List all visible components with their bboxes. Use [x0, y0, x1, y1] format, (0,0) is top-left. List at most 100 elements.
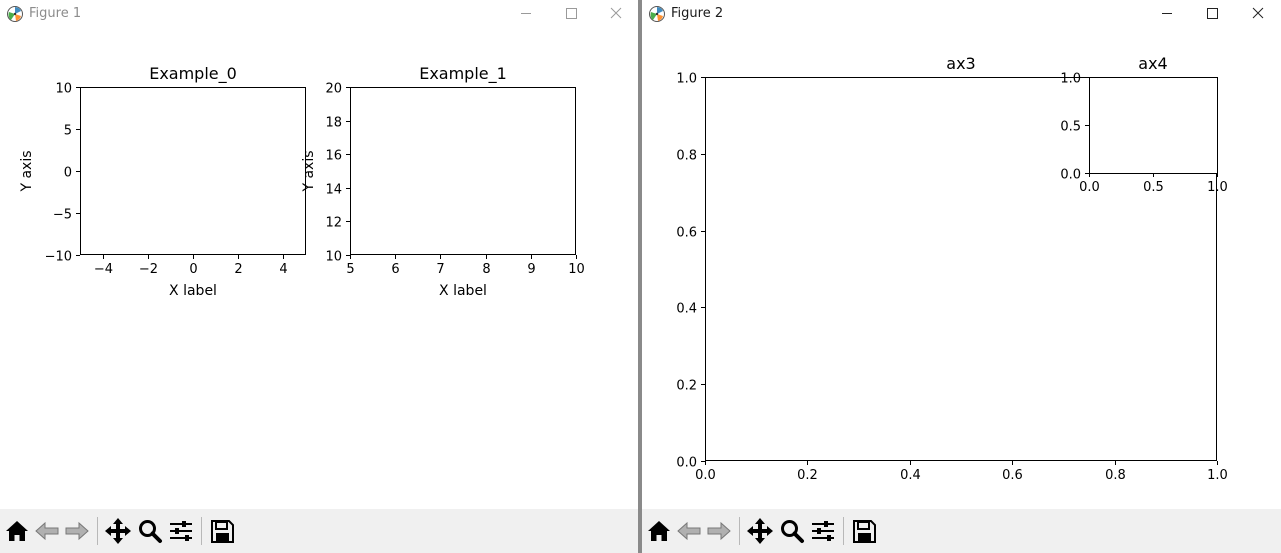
pan-button[interactable] [745, 516, 775, 546]
window-title: Figure 1 [29, 6, 82, 21]
window-title: Figure 2 [671, 6, 724, 21]
y-tick-label: 0.0 [1060, 168, 1081, 183]
back-arrow-icon [677, 521, 701, 541]
back-arrow-icon [35, 521, 59, 541]
home-icon [6, 521, 28, 541]
y-tick-label: 1.0 [676, 72, 697, 87]
pan-button[interactable] [103, 516, 133, 546]
x-tick-label: 0.5 [1143, 180, 1164, 195]
plot-area [80, 87, 306, 255]
toolbar-separator [739, 517, 740, 545]
forward-arrow-icon [707, 521, 731, 541]
x-tick-label: 10 [568, 262, 585, 277]
close-button[interactable] [593, 0, 638, 28]
x-tick-label: 0.2 [797, 468, 818, 483]
toolbar-separator [843, 517, 844, 545]
y-axis-label: Y axis [19, 150, 35, 192]
pan-icon [105, 518, 131, 544]
x-tick-label: −4 [94, 262, 113, 277]
toolbar-separator [97, 517, 98, 545]
x-tick-label: −2 [139, 262, 158, 277]
save-icon [211, 520, 234, 543]
x-tick-label: 1.0 [1207, 468, 1228, 483]
close-icon [610, 7, 622, 19]
maximize-button[interactable] [548, 0, 594, 28]
x-axis-label: X label [169, 283, 217, 299]
zoom-icon [781, 520, 804, 543]
figure-canvas: ax3 0.0 0.2 0.4 0.6 0.8 1.0 0.0 0.2 0.4 0.6 0.8 1.0… [676, 54, 1228, 483]
home-icon [648, 521, 670, 541]
y-tick-label: 10 [325, 250, 342, 265]
configure-subplots-button[interactable] [808, 516, 838, 546]
y-tick-label: −10 [45, 250, 72, 265]
back-button[interactable] [32, 516, 62, 546]
y-tick-label: 5 [64, 124, 72, 139]
minimize-button[interactable] [503, 0, 549, 28]
title-bar[interactable]: Figure 2 [642, 0, 1281, 28]
axes-title: Example_0 [149, 64, 237, 84]
y-tick-label: 0.0 [676, 456, 697, 471]
x-tick-label: 4 [279, 262, 287, 277]
x-tick-label: 9 [527, 262, 535, 277]
pan-icon [747, 518, 773, 544]
save-button[interactable] [207, 516, 237, 546]
forward-button[interactable] [704, 516, 734, 546]
x-tick-label: 0.6 [1002, 468, 1023, 483]
x-tick-label: 7 [436, 262, 444, 277]
configure-subplots-icon [170, 521, 192, 541]
zoom-icon [139, 520, 162, 543]
y-tick-label: 0.8 [676, 149, 697, 164]
y-tick-label: 12 [325, 216, 342, 231]
save-icon [853, 520, 876, 543]
x-tick-label: 2 [234, 262, 242, 277]
home-button[interactable] [2, 516, 32, 546]
close-button[interactable] [1235, 0, 1281, 28]
forward-button[interactable] [62, 516, 92, 546]
axes-example-0[interactable]: Example_0 X label Y axis −4 −2 0 2 4 −10 −5 0 5 1… [19, 64, 306, 299]
x-axis-label: X label [439, 283, 487, 299]
y-tick-label: 1.0 [1060, 72, 1081, 87]
figure-canvas: Example_0 X label Y axis −4 −2 0 2 4−10−5051… [19, 64, 585, 299]
minimize-icon [1162, 13, 1172, 14]
x-tick-label: 0.0 [1079, 180, 1100, 195]
minimize-button[interactable] [1144, 0, 1190, 28]
x-tick-label: 0.4 [900, 468, 921, 483]
x-tick-label: 1.0 [1207, 180, 1228, 195]
back-button[interactable] [674, 516, 704, 546]
y-tick-label: 18 [325, 116, 342, 131]
home-button[interactable] [644, 516, 674, 546]
axes-example-1[interactable]: Example_1 X label Y axis 5 6 7 8 9 10 10 12 14 16… [301, 64, 585, 299]
forward-arrow-icon [65, 521, 89, 541]
title-bar[interactable]: Figure 1 [0, 0, 638, 28]
figure-1-window: Figure 1 Example_0 X label Y axis −4 −2 0 2… [0, 0, 638, 553]
axes-title: Example_1 [419, 64, 507, 84]
x-tick-label: 8 [482, 262, 490, 277]
y-axis-label: Y axis [301, 150, 317, 192]
x-tick-label: 0.8 [1105, 468, 1126, 483]
zoom-button[interactable] [135, 516, 165, 546]
matplotlib-app-icon [649, 6, 665, 22]
plot-area [1089, 77, 1218, 174]
configure-subplots-button[interactable] [166, 516, 196, 546]
y-tick-label: 0.6 [676, 226, 697, 241]
x-tick-label: 5 [346, 262, 354, 277]
axes-title: ax3 [946, 54, 975, 73]
maximize-button[interactable] [1189, 0, 1235, 28]
maximize-icon [566, 8, 577, 19]
minimize-icon [521, 13, 531, 14]
x-tick-label: 0.0 [695, 468, 716, 483]
toolbar-separator [201, 517, 202, 545]
y-tick-label: 20 [325, 82, 342, 97]
save-button[interactable] [849, 516, 879, 546]
y-tick-label: 0.4 [676, 302, 697, 317]
zoom-button[interactable] [777, 516, 807, 546]
x-tick-label: 6 [391, 262, 399, 277]
close-icon [1252, 7, 1264, 19]
configure-subplots-icon [812, 521, 834, 541]
y-tick-label: 10 [55, 82, 72, 97]
matplotlib-app-icon [7, 6, 23, 22]
y-tick-label: −5 [53, 208, 72, 223]
plot-area [350, 87, 576, 255]
y-tick-label: 0.2 [676, 379, 697, 394]
y-tick-label: 0.5 [1060, 120, 1081, 135]
